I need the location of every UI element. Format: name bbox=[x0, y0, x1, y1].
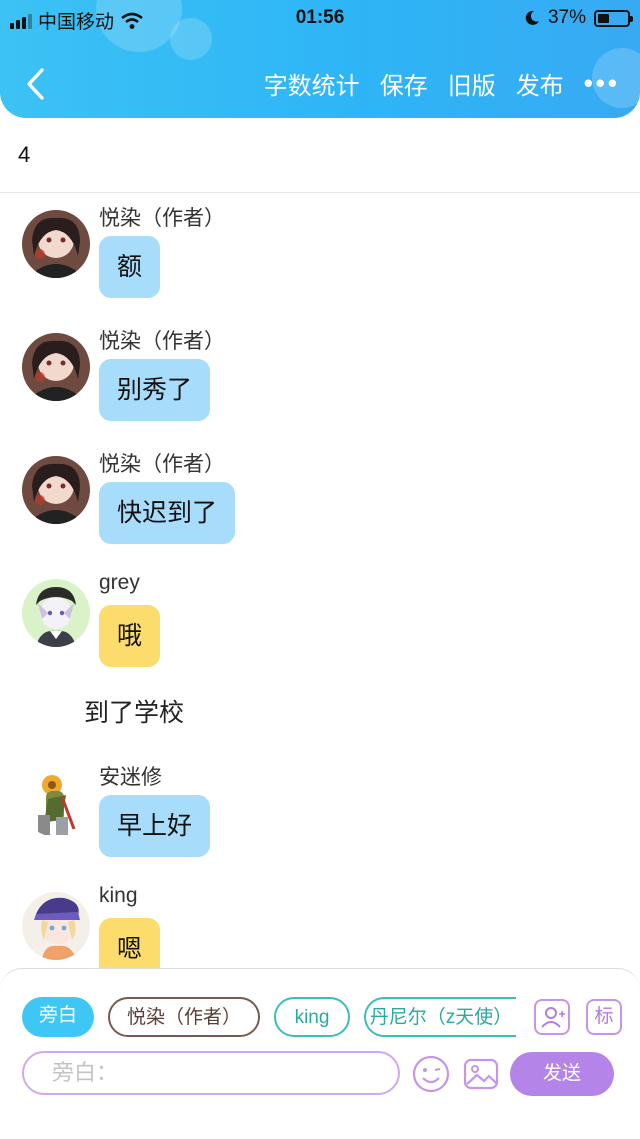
emoji-icon[interactable] bbox=[412, 1055, 450, 1093]
divider bbox=[0, 192, 640, 193]
role-tag-author[interactable]: 悦染（作者） bbox=[108, 997, 260, 1037]
send-button[interactable]: 发送 bbox=[510, 1052, 614, 1096]
battery-percent: 37% bbox=[547, 7, 586, 28]
more-icon[interactable]: ••• bbox=[584, 68, 620, 99]
label-button[interactable]: 标 bbox=[586, 999, 622, 1035]
avatar[interactable] bbox=[22, 892, 90, 960]
sender-name: 安迷修 bbox=[99, 766, 162, 789]
add-character-icon[interactable] bbox=[534, 999, 570, 1035]
sender-name: 悦染（作者） bbox=[99, 453, 225, 476]
role-selector: 旁白 悦染（作者） king 丹尼尔（z天使） 标 bbox=[22, 997, 622, 1037]
message-input[interactable] bbox=[22, 1051, 400, 1095]
avatar[interactable] bbox=[22, 769, 90, 837]
back-arrow-icon[interactable] bbox=[22, 66, 54, 102]
message-bubble[interactable]: 别秀了 bbox=[99, 359, 211, 421]
sender-name: king bbox=[99, 884, 138, 907]
narration-text[interactable]: 到了学校 bbox=[84, 693, 184, 729]
moon-icon bbox=[525, 10, 539, 25]
role-tag-king[interactable]: king bbox=[274, 997, 350, 1037]
chapter-number: 4 bbox=[18, 142, 31, 167]
old-version-button[interactable]: 旧版 bbox=[448, 66, 496, 101]
composer-panel: 旁白 悦染（作者） king 丹尼尔（z天使） 标 发送 bbox=[0, 968, 640, 1139]
word-count-button[interactable]: 字数统计 bbox=[264, 66, 360, 101]
sender-name: grey bbox=[99, 571, 140, 594]
header-bar: 中国移动 01:56 37% 字数统计 保存 旧版 发布 ••• bbox=[0, 0, 640, 118]
battery-icon bbox=[594, 9, 633, 27]
avatar[interactable] bbox=[22, 579, 90, 647]
avatar[interactable] bbox=[22, 456, 90, 524]
role-tag-daniel[interactable]: 丹尼尔（z天使） bbox=[364, 997, 516, 1037]
message-bubble[interactable]: 额 bbox=[99, 236, 161, 298]
sender-name: 悦染（作者） bbox=[99, 330, 225, 353]
publish-button[interactable]: 发布 bbox=[516, 66, 564, 101]
message-bubble[interactable]: 早上好 bbox=[99, 795, 211, 857]
image-icon[interactable] bbox=[462, 1055, 500, 1093]
sender-name: 悦染（作者） bbox=[99, 207, 225, 230]
role-tag-narration[interactable]: 旁白 bbox=[22, 997, 94, 1037]
status-bar: 中国移动 01:56 37% bbox=[0, 0, 640, 36]
message-bubble[interactable]: 快迟到了 bbox=[99, 482, 236, 544]
avatar[interactable] bbox=[22, 210, 90, 278]
avatar[interactable] bbox=[22, 333, 90, 401]
nav-bar: 字数统计 保存 旧版 发布 ••• bbox=[0, 60, 640, 108]
message-bubble[interactable]: 哦 bbox=[99, 605, 161, 667]
save-button[interactable]: 保存 bbox=[380, 66, 428, 101]
